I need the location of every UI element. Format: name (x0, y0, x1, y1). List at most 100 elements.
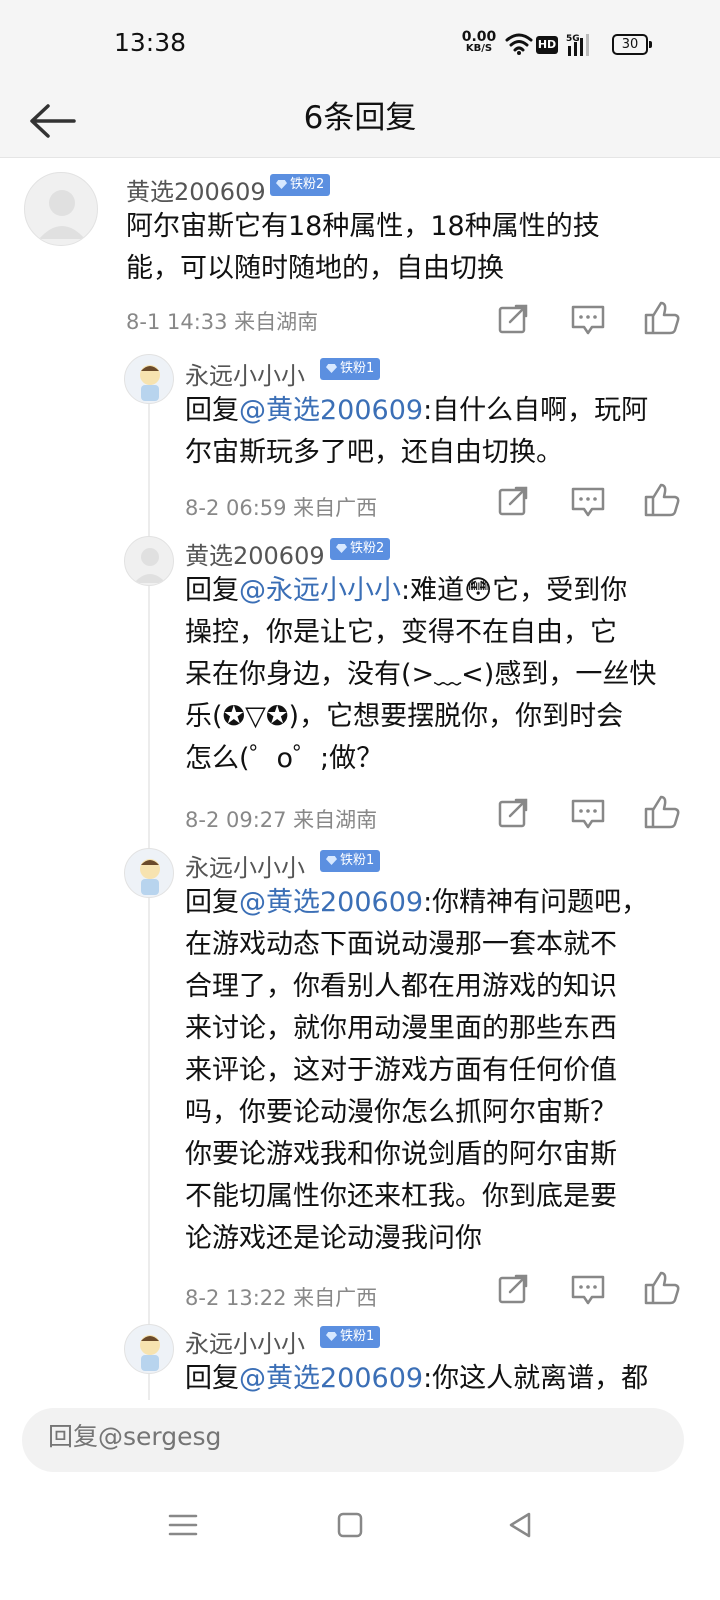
mention-link[interactable]: @黄选200609 (239, 1363, 423, 1394)
fan-badge-label: 铁粉1 (340, 1329, 375, 1344)
reply-line: 吗，你要论动漫你怎么抓阿尔宙斯？ (185, 1097, 617, 1128)
reply-line: 来讨论，就你用动漫里面的那些东西 (185, 1013, 617, 1044)
reply-line: 回复@黄选200609:你精神有问题吧， (185, 882, 695, 924)
reply-line: 乐(✪▽✪)，它想要摆脱你，你到时会 (185, 701, 624, 732)
comment-line: 阿尔宙斯它有18种属性，18种属性的技 (126, 211, 600, 242)
battery-level: 30 (612, 34, 648, 55)
back-nav-icon[interactable] (503, 1508, 537, 1542)
menu-nav-icon[interactable] (166, 1508, 200, 1542)
fan-badge-label: 铁粉2 (350, 541, 385, 556)
fan-badge: 铁粉1 (320, 1326, 381, 1348)
reply-line: 不能切属性你还来杠我。你到底是要 (185, 1181, 617, 1212)
share-icon[interactable] (494, 302, 534, 338)
reply-line: 在游戏动态下面说动漫那一套本就不 (185, 929, 617, 960)
cartoon-avatar-icon (140, 365, 160, 401)
like-icon[interactable] (642, 300, 682, 336)
page-title: 6条回复 (303, 100, 417, 136)
gem-icon (326, 1332, 337, 1341)
share-icon[interactable] (494, 484, 534, 520)
gem-icon (326, 364, 337, 373)
username[interactable]: 黄选200609 (185, 536, 325, 571)
reply-prefix: 回复 (185, 1363, 239, 1394)
network-speed-value: 0.00 (461, 29, 497, 45)
mention-link[interactable]: @黄选200609 (239, 887, 423, 918)
reply-line: 操控，你是让它，变得不在自由，它 (185, 617, 617, 648)
reply-prefix: 回复 (185, 887, 239, 918)
reply-text-first: :难道😳它，受到你 (401, 575, 628, 606)
reply-line: 呆在你身边，没有(>﹏<)感到，一丝快 (185, 659, 657, 690)
gem-icon (336, 544, 347, 553)
comment-icon[interactable] (568, 302, 608, 338)
reply-item: 永远小小小 铁粉1 回复@黄选200609:自什么自啊，玩阿 尔宙斯玩多了吧，还… (0, 340, 720, 520)
default-avatar-icon (134, 548, 166, 583)
username[interactable]: 永远小小小 (185, 848, 305, 883)
reply-line: 尔宙斯玩多了吧，还自由切换。 (185, 437, 563, 468)
reply-line: 回复@永远小小小:难道😳它，受到你 (185, 570, 695, 612)
status-bar: 13:38 0.00 KB/S HD 5G 30 (0, 0, 720, 88)
avatar[interactable] (124, 536, 174, 586)
cartoon-avatar-icon (140, 1335, 160, 1371)
reply-line: 回复@黄选200609:自什么自啊，玩阿 (185, 390, 695, 432)
fan-badge: 铁粉1 (320, 850, 381, 872)
mention-link[interactable]: @黄选200609 (239, 395, 423, 426)
fan-badge-label: 铁粉2 (290, 177, 325, 192)
reply-item: 黄选200609 铁粉2 回复@永远小小小:难道😳它，受到你 操控，你是让它，变… (0, 524, 720, 834)
reply-text: 回复@黄选200609:你这人就离谱，都 (185, 1358, 695, 1400)
fan-badge: 铁粉2 (270, 174, 331, 196)
reply-bar[interactable] (22, 1408, 684, 1472)
comment-icon[interactable] (568, 1272, 608, 1308)
gem-icon (326, 856, 337, 865)
gem-icon (276, 180, 287, 189)
username[interactable]: 永远小小小 (185, 1324, 305, 1359)
reply-line: 回复@黄选200609:你这人就离谱，都 (185, 1358, 695, 1400)
reply-prefix: 回复 (185, 575, 239, 606)
share-icon[interactable] (494, 1272, 534, 1308)
like-icon[interactable] (642, 1270, 682, 1306)
comment-line: 能，可以随时随地的，自由切换 (126, 253, 504, 284)
avatar[interactable] (124, 848, 174, 898)
fan-badge-label: 铁粉1 (340, 853, 375, 868)
network-speed: 0.00 KB/S (456, 29, 502, 55)
signal-label: 5G (566, 34, 580, 44)
header: 6条回复 (0, 88, 720, 158)
comment-icon[interactable] (568, 484, 608, 520)
reply-text: 回复@永远小小小:难道😳它，受到你 操控，你是让它，变得不在自由，它 呆在你身边… (185, 570, 695, 780)
home-nav-icon[interactable] (333, 1508, 367, 1542)
avatar[interactable] (124, 354, 174, 404)
reply-meta: 8-2 09:27 来自湖南 (185, 808, 378, 832)
reply-text-first: :你精神有问题吧， (423, 887, 649, 918)
reply-line: 论游戏还是论动漫我问你 (185, 1223, 482, 1254)
like-icon[interactable] (642, 482, 682, 518)
username[interactable]: 永远小小小 (185, 356, 305, 391)
reply-text: 回复@黄选200609:你精神有问题吧， 在游戏动态下面说动漫那一套本就不 合理… (185, 882, 695, 1260)
reply-text-first: :自什么自啊，玩阿 (423, 395, 649, 426)
reply-text: 回复@黄选200609:自什么自啊，玩阿 尔宙斯玩多了吧，还自由切换。 (185, 390, 695, 474)
reply-line: 你要论游戏我和你说剑盾的阿尔宙斯 (185, 1139, 617, 1170)
reply-line: 来评论，这对于游戏方面有任何价值 (185, 1055, 617, 1086)
username[interactable]: 黄选200609 (126, 172, 266, 207)
reply-item: 永远小小小 铁粉1 回复@黄选200609:你这人就离谱，都 (0, 1312, 720, 1406)
mention-link[interactable]: @永远小小小 (239, 575, 401, 606)
avatar[interactable] (124, 1324, 174, 1374)
reply-meta: 8-2 13:22 来自广西 (185, 1286, 378, 1310)
hd-icon: HD (536, 36, 558, 54)
like-icon[interactable] (642, 794, 682, 830)
avatar[interactable] (24, 172, 98, 246)
share-icon[interactable] (494, 796, 534, 832)
reply-text-first: :你这人就离谱，都 (423, 1363, 649, 1394)
comment-meta: 8-1 14:33 来自湖南 (126, 310, 319, 334)
reply-meta: 8-2 06:59 来自广西 (185, 496, 378, 520)
signal-icon: 5G (566, 34, 589, 56)
default-avatar-icon (39, 190, 85, 239)
fan-badge-label: 铁粉1 (340, 361, 375, 376)
comment-text: 阿尔宙斯它有18种属性，18种属性的技 能，可以随时随地的，自由切换 (126, 206, 686, 290)
reply-prefix: 回复 (185, 395, 239, 426)
cartoon-avatar-icon (140, 859, 160, 895)
wifi-icon (505, 33, 533, 55)
main-comment: 黄选200609 铁粉2 阿尔宙斯它有18种属性，18种属性的技 能，可以随时随… (0, 160, 720, 340)
status-time: 13:38 (114, 28, 187, 57)
reply-line: 合理了，你看别人都在用游戏的知识 (185, 971, 617, 1002)
comment-icon[interactable] (568, 796, 608, 832)
reply-line: 怎么(゜o゜;做？ (185, 743, 384, 774)
reply-input[interactable] (48, 1422, 648, 1451)
